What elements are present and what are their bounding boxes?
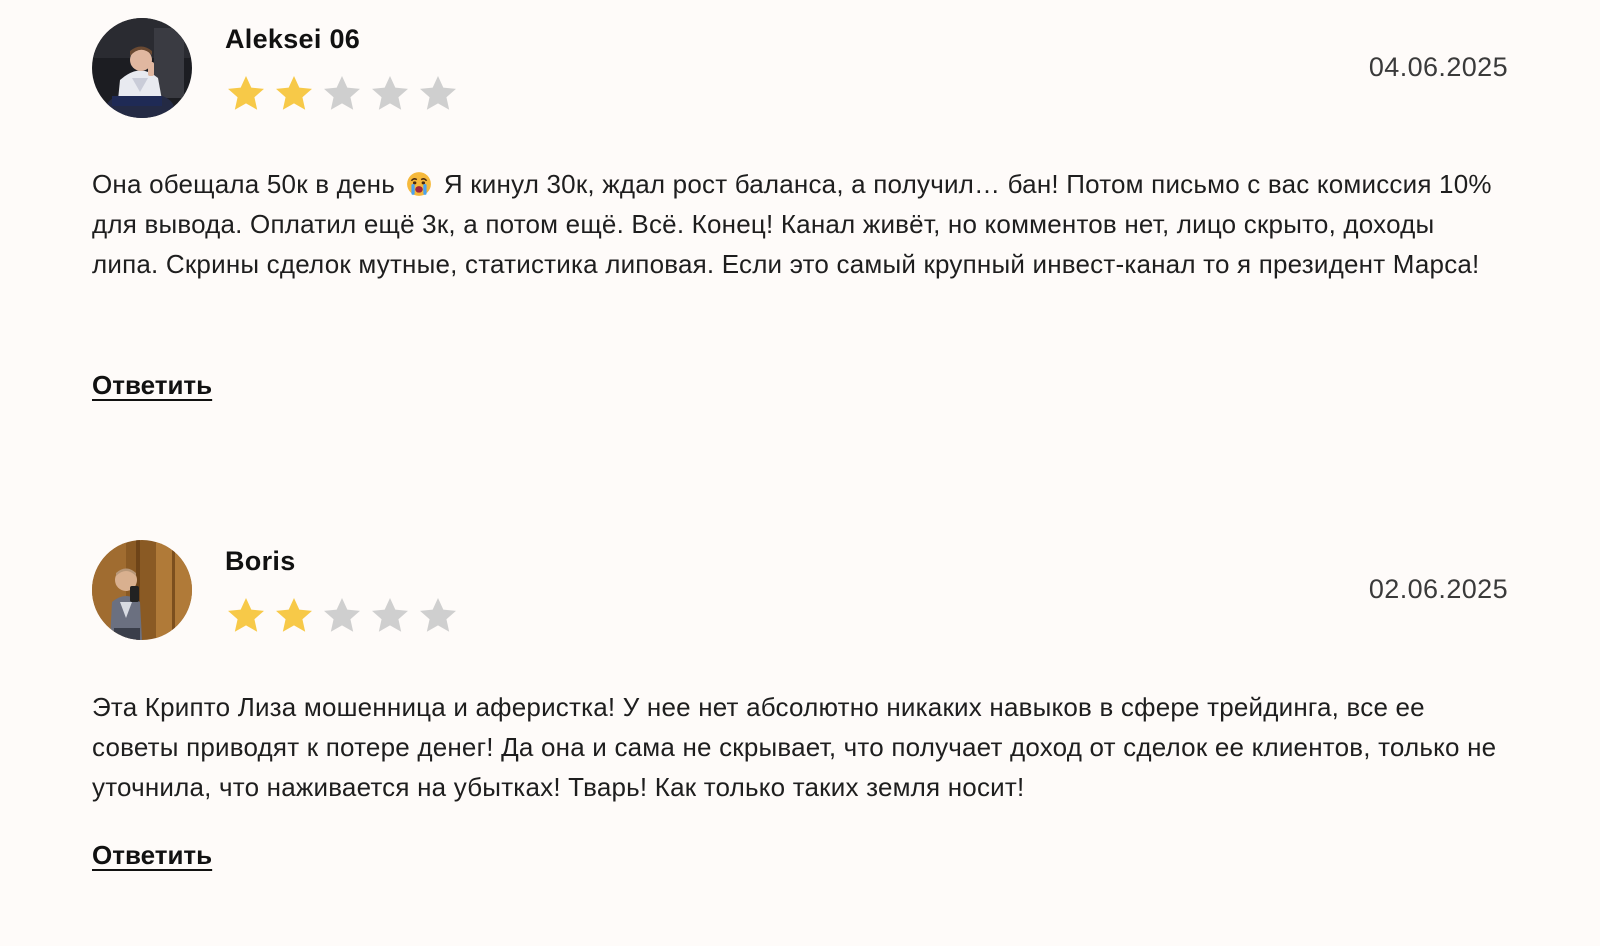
star-empty-icon [420, 76, 456, 110]
review-text: Она обещала 50к в день Я кинул 30к, ждал… [92, 164, 1508, 284]
star-empty-icon [372, 76, 408, 110]
star-empty-icon [372, 598, 408, 632]
avatar [92, 540, 192, 640]
crying-face-emoji-icon [407, 172, 432, 196]
star-rating [224, 594, 460, 638]
star-filled-icon [276, 598, 312, 632]
star-empty-icon [420, 598, 456, 632]
star-empty-icon [324, 598, 360, 632]
review-text-part: Она обещала 50к в день [92, 169, 403, 199]
author-name: Boris [225, 546, 296, 576]
review-text: Эта Крипто Лиза мошенница и аферистка! У… [92, 692, 1497, 802]
review-date: 04.06.2025 [1368, 52, 1508, 82]
reply-link[interactable]: Ответить [92, 840, 212, 871]
star-filled-icon [228, 76, 264, 110]
reply-link[interactable]: Ответить [92, 370, 212, 401]
star-filled-icon [228, 598, 264, 632]
star-empty-icon [324, 76, 360, 110]
review-date: 02.06.2025 [1368, 574, 1508, 604]
author-name: Aleksei 06 [225, 24, 361, 54]
reviews-page: Aleksei 06 04.06.2025 Она обещала 50к в … [0, 0, 1600, 946]
avatar [92, 18, 192, 118]
star-filled-icon [276, 76, 312, 110]
star-rating [224, 72, 460, 116]
